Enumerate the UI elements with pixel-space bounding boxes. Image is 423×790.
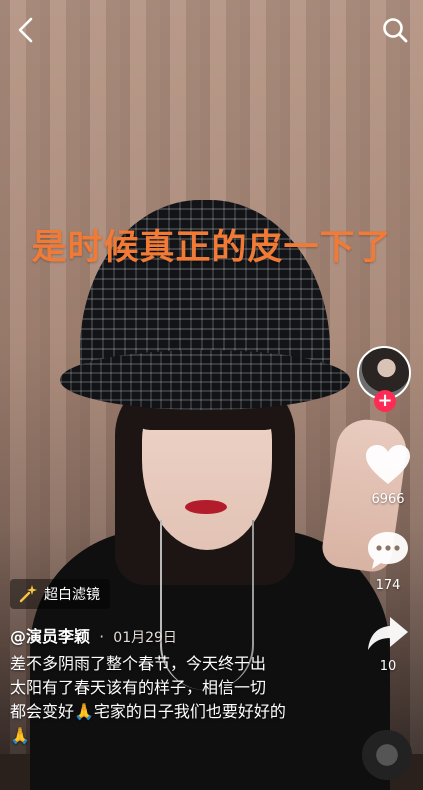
filter-label: 超白滤镜 — [44, 587, 100, 603]
subject-lips — [185, 500, 227, 514]
author-handle[interactable]: @演员李颖 — [10, 627, 90, 646]
back-button[interactable] — [8, 12, 44, 48]
share-count: 10 — [379, 659, 397, 674]
post-date: 01月29日 — [113, 630, 177, 646]
author-avatar-group[interactable]: + — [357, 346, 415, 412]
video-overlay-caption: 是时候真正的皮一下了 — [31, 228, 392, 268]
author-line: @演员李颖 · 01月29日 — [10, 623, 177, 647]
author-separator: · — [99, 627, 105, 646]
comment-bubble-icon — [368, 532, 408, 569]
music-disc[interactable] — [362, 730, 412, 780]
subject-hat-brim — [60, 350, 350, 410]
comment-button[interactable]: 174 — [360, 530, 416, 593]
like-count: 6966 — [371, 492, 405, 507]
description-line: 差不多阴雨了整个春节，今天终于出 — [10, 654, 267, 673]
follow-button[interactable]: + — [374, 390, 396, 412]
comment-count: 174 — [375, 578, 401, 593]
video-description[interactable]: 差不多阴雨了整个春节，今天终于出 太阳有了春天该有的样子，相信一切 都会变好🙏宅… — [10, 652, 330, 748]
chevron-left-icon — [18, 17, 33, 43]
filter-tag[interactable]: 超白滤镜 — [10, 579, 110, 609]
share-button[interactable]: 10 — [360, 615, 416, 674]
description-line: 都会变好🙏宅家的日子我们也要好好的 — [10, 702, 286, 721]
like-button[interactable]: 6966 — [360, 444, 416, 507]
sparkle-wand-icon — [19, 585, 37, 603]
search-button[interactable] — [377, 12, 413, 48]
search-icon — [383, 18, 408, 43]
share-arrow-icon — [368, 617, 408, 650]
heart-icon — [366, 445, 410, 484]
description-line: 🙏 — [10, 726, 30, 745]
description-line: 太阳有了春天该有的样子，相信一切 — [10, 678, 267, 697]
